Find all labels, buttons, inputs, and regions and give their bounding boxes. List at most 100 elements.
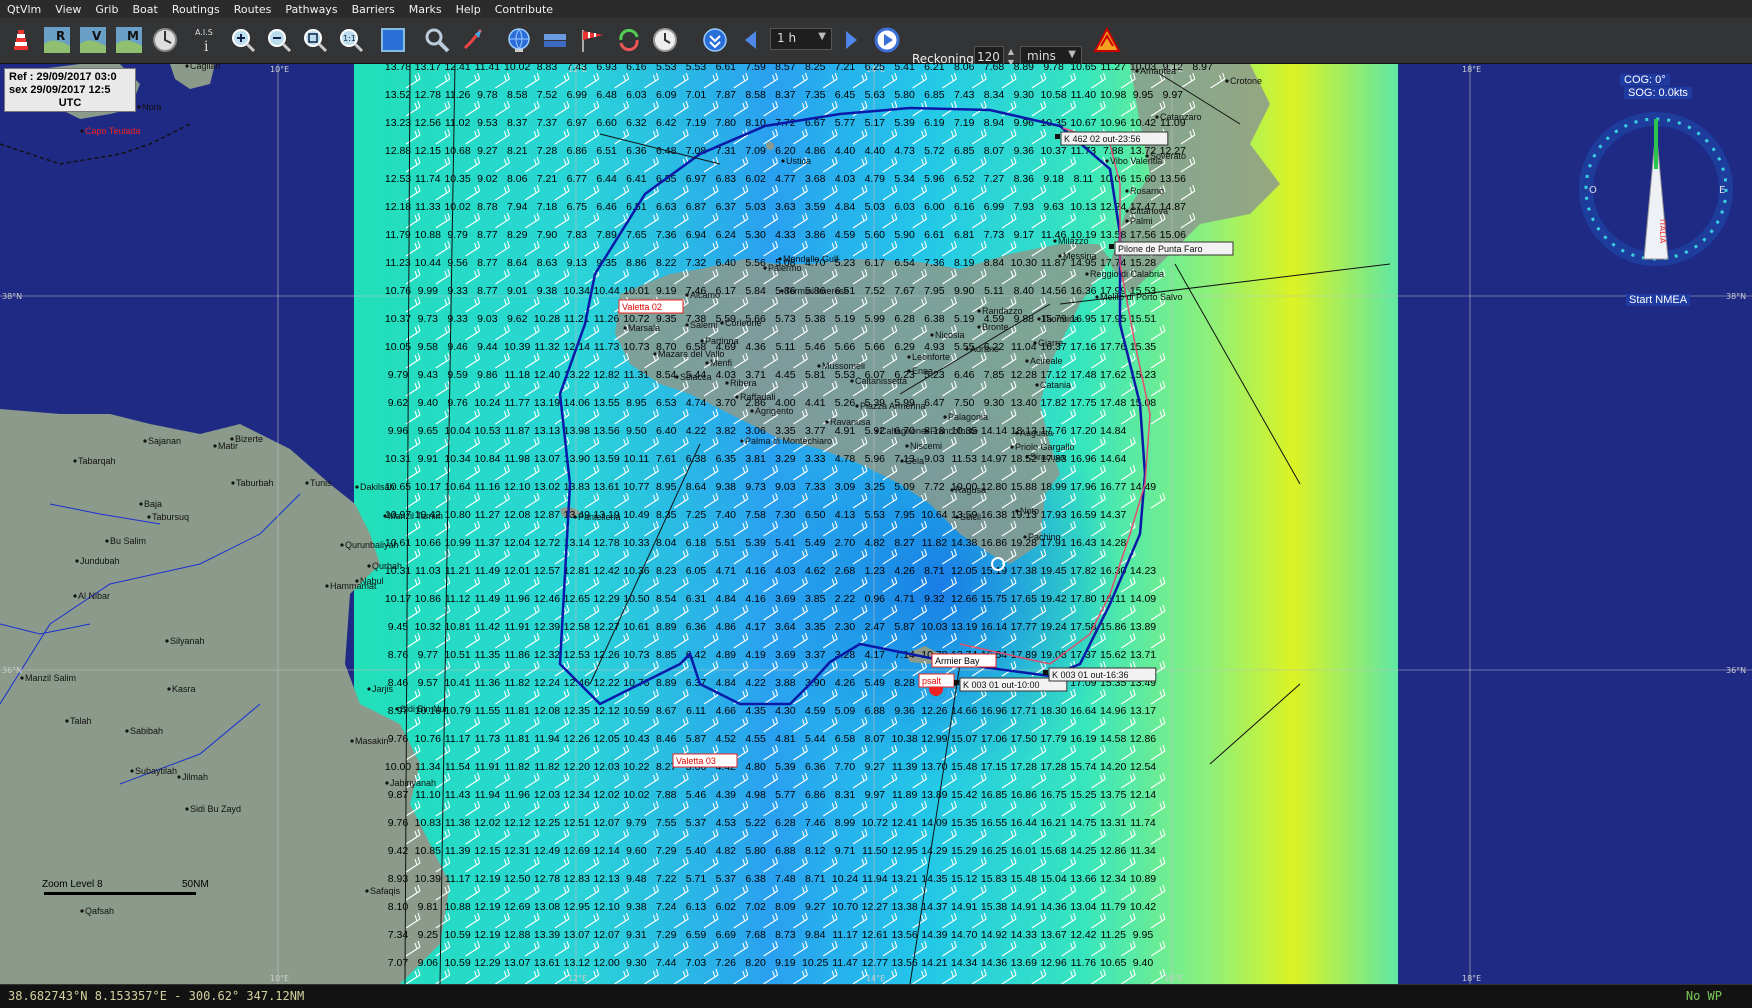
wind-speed-value: 7.21 — [835, 64, 856, 73]
wind-speed-value: 5.09 — [894, 481, 915, 493]
wind-speed-value: 14.84 — [1100, 425, 1126, 437]
grib-v-icon[interactable]: V — [78, 25, 108, 55]
place-dot — [1058, 254, 1062, 258]
place-dot — [213, 444, 217, 448]
wind-speed-value: 10.33 — [623, 537, 649, 549]
layers-icon[interactable] — [540, 25, 570, 55]
place-dot — [167, 687, 171, 691]
stepper-up-icon[interactable]: ▲ — [1005, 46, 1017, 57]
forward-icon[interactable] — [836, 25, 866, 55]
zoom-in-icon[interactable] — [228, 25, 258, 55]
wind-speed-value: 11.86 — [504, 649, 530, 661]
wind-speed-value: 8.46 — [656, 733, 677, 745]
ref-line2: sex 29/09/2017 12:5 — [9, 84, 111, 96]
place-dot — [73, 594, 77, 598]
wind-speed-value: 14.39 — [921, 929, 947, 941]
sog-readout: SOG: 0.0kts — [1624, 87, 1692, 99]
menu-contribute[interactable]: Contribute — [488, 3, 560, 16]
wind-speed-value: 12.49 — [534, 845, 560, 857]
grib-m-icon[interactable]: M — [114, 25, 144, 55]
globe-icon[interactable] — [504, 25, 534, 55]
wind-speed-value: 13.69 — [1011, 957, 1037, 969]
menu-view[interactable]: View — [48, 3, 88, 16]
wind-speed-value: 14.91 — [1011, 901, 1037, 913]
place-label: Augusta — [1020, 428, 1053, 438]
wind-speed-value: 9.86 — [477, 369, 498, 381]
wind-speed-value: 6.77 — [567, 173, 588, 185]
clock-icon[interactable] — [650, 25, 680, 55]
wind-speed-value: 9.27 — [477, 145, 498, 157]
wind-speed-value: 8.77 — [477, 285, 498, 297]
wind-speed-value: 6.24 — [716, 229, 737, 241]
wind-speed-value: 11.76 — [1071, 957, 1097, 969]
place-label: Palagonia — [948, 412, 988, 422]
wind-speed-value: 6.46 — [596, 201, 617, 213]
wind-speed-value: 11.10 — [415, 789, 441, 801]
wind-speed-value: 17.89 — [1011, 649, 1037, 661]
back-icon[interactable] — [736, 25, 766, 55]
place-dot — [1125, 189, 1129, 193]
refresh-icon[interactable] — [614, 25, 644, 55]
wind-speed-value: 12.66 — [951, 593, 977, 605]
compass-widget[interactable]: ITALIA O E — [1572, 109, 1752, 289]
wind-speed-value: 11.26 — [445, 89, 471, 101]
wind-speed-value: 9.62 — [388, 397, 409, 409]
zoom-level-label: Zoom Level 8 — [42, 879, 103, 890]
menu-boat[interactable]: Boat — [125, 3, 164, 16]
menu-help[interactable]: Help — [449, 3, 488, 16]
menu-routes[interactable]: Routes — [227, 3, 279, 16]
select-area-icon[interactable] — [378, 25, 408, 55]
compass-dial-icon[interactable] — [150, 25, 180, 55]
warning-icon[interactable] — [1092, 25, 1122, 55]
menu-routings[interactable]: Routings — [165, 3, 227, 16]
grib-r-icon[interactable]: R — [42, 25, 72, 55]
interval-select[interactable]: 1 h ▼ — [770, 28, 832, 50]
wind-speed-value: 12.10 — [504, 481, 530, 493]
wind-speed-value: 13.52 — [385, 89, 411, 101]
wind-speed-value: 5.39 — [775, 761, 796, 773]
place-dot — [105, 539, 109, 543]
wind-speed-value: 5.11 — [776, 341, 796, 353]
wind-speed-value: 9.02 — [477, 173, 498, 185]
wind-speed-value: 12.69 — [504, 901, 530, 913]
wind-speed-value: 13.66 — [1070, 873, 1096, 885]
wind-speed-value: 12.24 — [1100, 201, 1126, 213]
wind-speed-value: 6.19 — [924, 117, 945, 129]
wind-speed-value: 10.49 — [623, 509, 649, 521]
wind-speed-value: 11.50 — [862, 845, 888, 857]
wind-speed-value: 8.35 — [656, 509, 677, 521]
wind-flag-icon[interactable] — [578, 25, 608, 55]
search-icon[interactable] — [422, 25, 452, 55]
wind-speed-value: 7.24 — [656, 901, 677, 913]
wind-speed-value: 10.42 — [1130, 901, 1156, 913]
place-label: Leonforte — [912, 352, 950, 362]
play-icon[interactable] — [872, 25, 902, 55]
menu-marks[interactable]: Marks — [402, 3, 449, 16]
zoom-out-icon[interactable] — [264, 25, 294, 55]
menu-barriers[interactable]: Barriers — [345, 3, 402, 16]
start-nmea-button[interactable]: Start NMEA — [1626, 294, 1691, 306]
map-svg[interactable]: 10°E10°E12°E12°E14°E14°E16°E16°E18°E18°E… — [0, 64, 1752, 984]
menu-pathways[interactable]: Pathways — [278, 3, 344, 16]
wind-speed-value: 6.38 — [924, 313, 945, 325]
ais-icon[interactable]: A.I.S i — [192, 25, 222, 55]
map-canvas[interactable]: 10°E 10°E 12°E 12°E 14°E 14°E 16°E 16°E 18°E 18°E… — [0, 64, 1752, 984]
wind-speed-value: 8.31 — [835, 789, 856, 801]
wind-speed-value: 11.17 — [445, 733, 471, 745]
sync-icon[interactable] — [700, 25, 730, 55]
lighthouse-icon[interactable] — [6, 25, 36, 55]
wind-speed-value: 4.13 — [835, 509, 856, 521]
wind-speed-value: 12.28 — [1011, 369, 1037, 381]
wind-speed-value: 5.72 — [924, 145, 945, 157]
wind-speed-value: 12.46 — [534, 593, 560, 605]
zoom-fit-icon[interactable] — [300, 25, 330, 55]
navigation-icon[interactable] — [458, 25, 488, 55]
place-dot — [185, 807, 189, 811]
wind-speed-value: 9.76 — [388, 733, 409, 745]
zoom-1to1-icon[interactable]: 1:1 — [336, 25, 366, 55]
wind-speed-value: 7.61 — [656, 453, 677, 465]
place-label: Termini Imerese — [785, 286, 849, 296]
menu-grib[interactable]: Grib — [88, 3, 125, 16]
menu-qtvlm[interactable]: QtVlm — [0, 3, 48, 16]
wind-speed-value: 12.29 — [474, 957, 500, 969]
